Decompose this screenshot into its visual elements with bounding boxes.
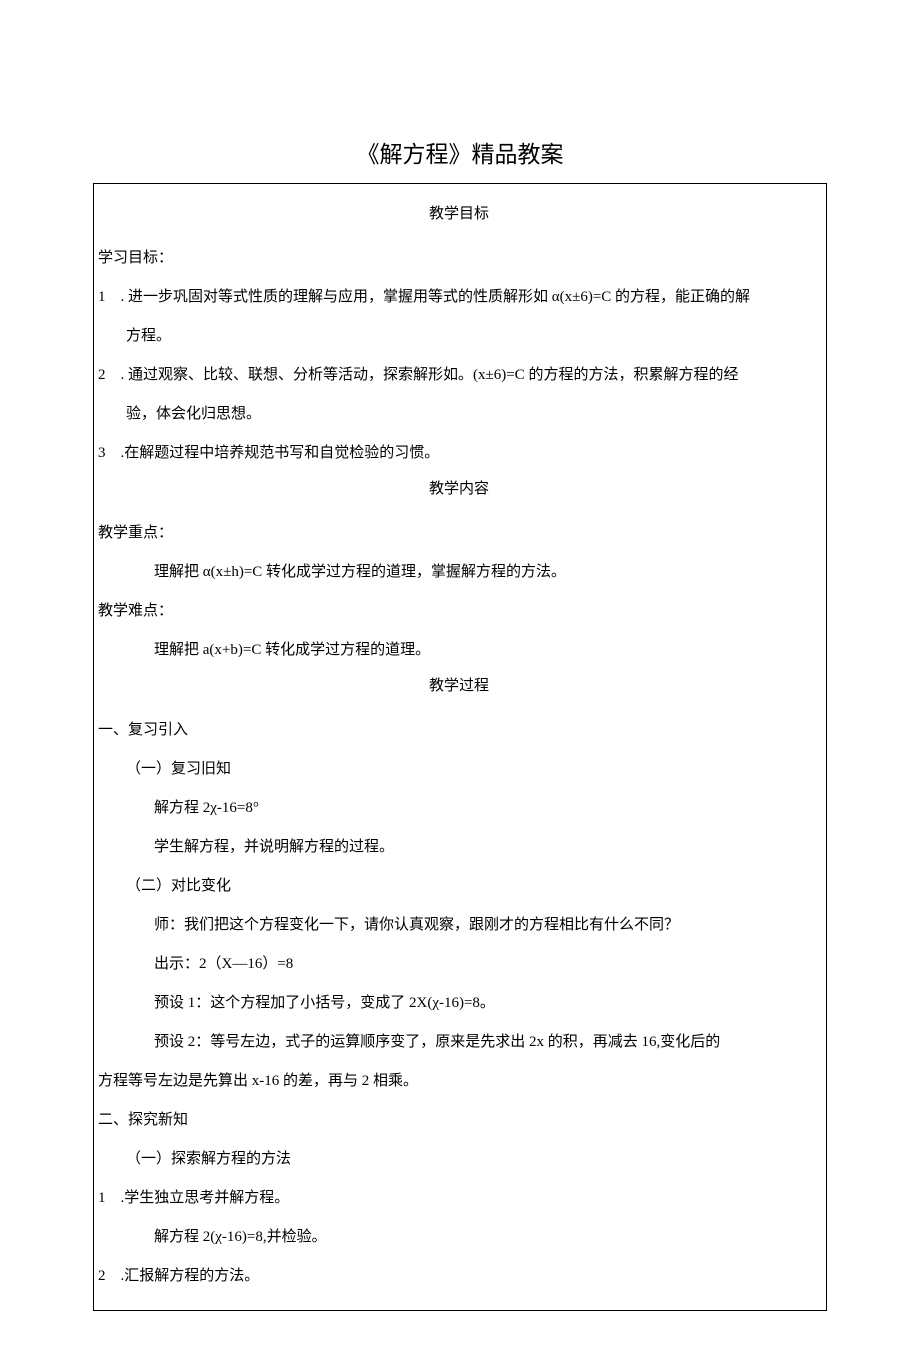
section-header-process: 教学过程 (98, 674, 820, 695)
body-text: 师：我们把这个方程变化一下，请你认真观察，跟刚才的方程相比有什么不同？ (98, 906, 820, 945)
goal-label: 学习目标： (98, 239, 820, 278)
body-text: 预设 2：等号左边，式子的运算顺序变了，原来是先求出 2x 的积，再减去 16,… (98, 1023, 820, 1062)
body-text: 方程等号左边是先算出 x-16 的差，再与 2 相乘。 (98, 1062, 820, 1101)
goal-item-cont: 方程。 (98, 317, 820, 356)
goal-item: 2 . 通过观察、比较、联想、分析等活动，探索解形如。(x±6)=C 的方程的方… (98, 356, 820, 395)
goal-item-cont: 验，体会化归思想。 (98, 395, 820, 434)
goal-item: 1 . 进一步巩固对等式性质的理解与应用，掌握用等式的性质解形如 α(x±6)=… (98, 278, 820, 317)
content-frame: 教学目标 学习目标： 1 . 进一步巩固对等式性质的理解与应用，掌握用等式的性质… (93, 183, 827, 1311)
heading-level2: （一）探索解方程的方法 (98, 1140, 820, 1179)
key-label: 教学重点： (98, 514, 820, 553)
section-header-goal: 教学目标 (98, 202, 820, 223)
body-text: 解方程 2χ-16=8° (98, 789, 820, 828)
body-text: 出示：2（X—16）=8 (98, 945, 820, 984)
body-text: 学生解方程，并说明解方程的过程。 (98, 828, 820, 867)
section-header-content: 教学内容 (98, 477, 820, 498)
numbered-item: 1 .学生独立思考并解方程。 (98, 1179, 820, 1218)
hard-label: 教学难点： (98, 592, 820, 631)
heading-level2: （一）复习旧知 (98, 750, 820, 789)
heading-level1: 二、探究新知 (98, 1101, 820, 1140)
body-text: 解方程 2(χ-16)=8,并检验。 (98, 1218, 820, 1257)
body-text: 预设 1：这个方程加了小括号，变成了 2X(χ-16)=8。 (98, 984, 820, 1023)
page-title: 《解方程》精品教案 (93, 135, 827, 169)
hard-text: 理解把 a(x+b)=C 转化成学过方程的道理。 (98, 631, 820, 670)
document-page: 《解方程》精品教案 教学目标 学习目标： 1 . 进一步巩固对等式性质的理解与应… (0, 0, 920, 1351)
goal-item: 3 .在解题过程中培养规范书写和自觉检验的习惯。 (98, 434, 820, 473)
heading-level2: （二）对比变化 (98, 867, 820, 906)
numbered-item: 2 .汇报解方程的方法。 (98, 1257, 820, 1296)
heading-level1: 一、复习引入 (98, 711, 820, 750)
key-text: 理解把 α(x±h)=C 转化成学过方程的道理，掌握解方程的方法。 (98, 553, 820, 592)
